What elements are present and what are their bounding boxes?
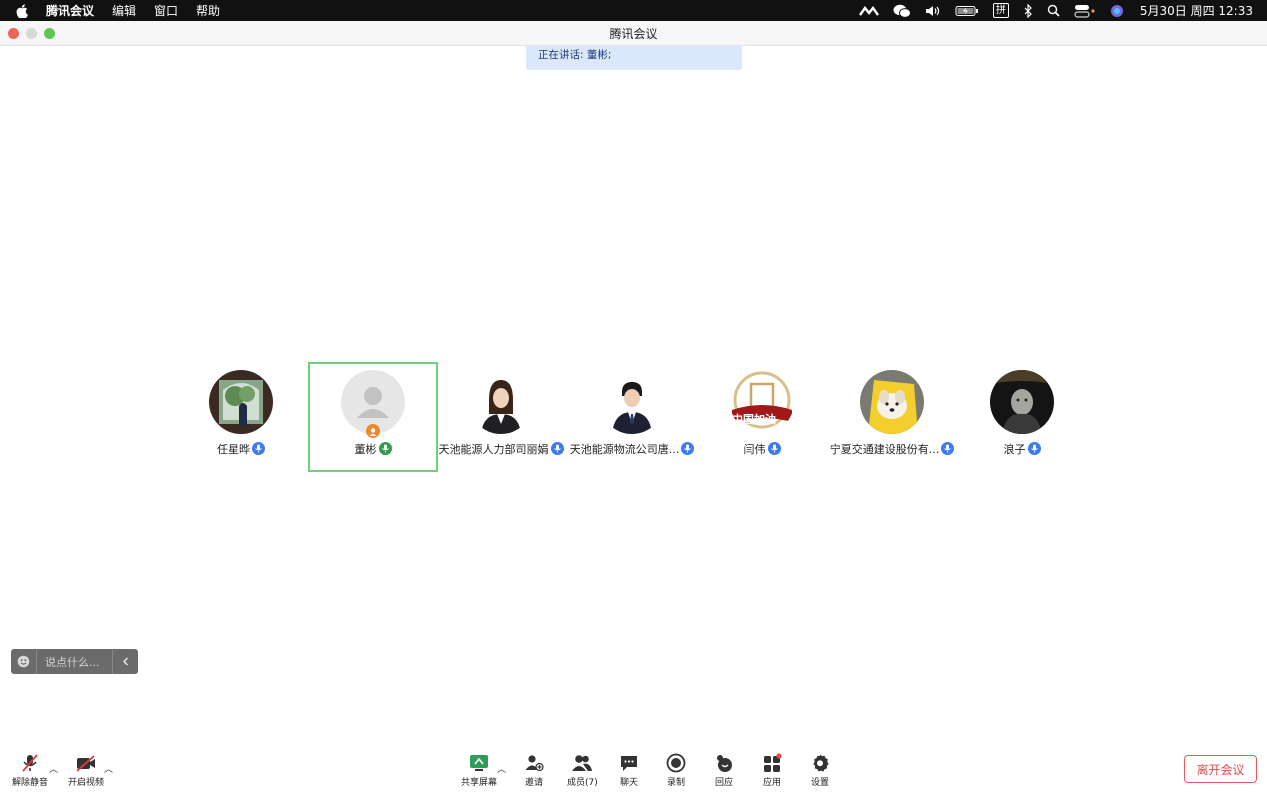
participant-tile[interactable]: 任星晔 xyxy=(176,362,306,472)
invite-label: 邀请 xyxy=(524,778,543,788)
share-screen-button[interactable]: 共享屏幕 xyxy=(461,752,497,788)
participant-name: 天池能源物流公司唐... xyxy=(562,441,702,457)
wechat-icon[interactable] xyxy=(893,0,911,21)
start-video-label: 开启视频 xyxy=(68,778,105,788)
system-menu-bar: 腾讯会议 编辑 窗口 帮助 拼 5月30日 周四 12:33 xyxy=(0,0,1267,21)
bluetooth-icon[interactable] xyxy=(1023,0,1033,21)
settings-button[interactable]: 设置 xyxy=(810,752,830,788)
menu-help[interactable]: 帮助 xyxy=(196,2,220,19)
participant-name: 宁夏交通建设股份有... xyxy=(822,441,962,457)
participant-gallery: 任星晔 董彬 天池能源人力部司丽娟 天池能源物流公司唐... 中国加油 闫伟 宁… xyxy=(0,362,1267,472)
participant-name-text: 董彬 xyxy=(354,443,377,456)
chat-quick-input[interactable]: 说点什么... xyxy=(11,649,138,674)
participant-name: 任星晔 xyxy=(171,441,311,457)
record-label: 录制 xyxy=(666,778,685,788)
participant-name-text: 天池能源人力部司丽娟 xyxy=(438,443,549,456)
participant-name: 天池能源人力部司丽娟 xyxy=(431,441,571,457)
camera-off-icon xyxy=(75,752,97,773)
minimize-window-button[interactable] xyxy=(26,28,37,39)
mic-icon xyxy=(252,442,265,455)
leave-meeting-button[interactable]: 离开会议 xyxy=(1184,755,1257,783)
members-button[interactable]: 成员(7) xyxy=(567,752,598,788)
participant-name-text: 天池能源物流公司唐... xyxy=(569,443,680,456)
participant-name-text: 闫伟 xyxy=(743,443,766,456)
participant-tile[interactable]: 中国加油 闫伟 xyxy=(697,362,827,472)
share-screen-label: 共享屏幕 xyxy=(461,778,498,788)
input-method-icon[interactable]: 拼 xyxy=(992,0,1009,21)
unmute-button[interactable]: 解除静音 xyxy=(12,752,48,788)
mic-active-icon xyxy=(378,442,392,455)
respond-label: 回应 xyxy=(714,778,733,788)
participant-name: 董彬 xyxy=(303,441,443,457)
participant-name: 闫伟 xyxy=(692,441,832,457)
input-method-label: 拼 xyxy=(992,3,1009,18)
start-video-button[interactable]: 开启视频 xyxy=(68,752,104,788)
menu-edit[interactable]: 编辑 xyxy=(112,2,136,19)
apple-icon[interactable] xyxy=(16,3,32,18)
host-badge-icon xyxy=(366,424,380,438)
participant-tile[interactable]: 宁夏交通建设股份有... xyxy=(827,362,957,472)
menu-window[interactable]: 窗口 xyxy=(154,2,178,19)
window-title: 腾讯会议 xyxy=(609,26,658,41)
window-title-bar: 腾讯会议 xyxy=(0,21,1267,46)
settings-label: 设置 xyxy=(810,778,829,788)
mic-icon xyxy=(767,442,781,455)
raise-hand-icon xyxy=(714,752,734,773)
participant-name-text: 浪子 xyxy=(1003,443,1026,456)
control-center-icon[interactable] xyxy=(1074,0,1096,21)
app-icon[interactable] xyxy=(858,0,879,21)
invite-button[interactable]: 邀请 xyxy=(524,752,544,788)
add-user-icon xyxy=(524,752,544,773)
collapse-chevron-icon[interactable] xyxy=(112,649,138,674)
participant-tile[interactable]: 浪子 xyxy=(957,362,1087,472)
apps-button[interactable]: 应用 xyxy=(762,752,782,788)
mic-muted-icon xyxy=(20,752,40,773)
avatar: 中国加油 xyxy=(730,370,794,434)
participant-name: 浪子 xyxy=(952,441,1092,457)
members-label: 成员(7) xyxy=(567,778,598,788)
participant-tile[interactable]: 天池能源人力部司丽娟 xyxy=(436,362,566,472)
avatar-caption: 中国加油 xyxy=(732,413,776,426)
close-window-button[interactable] xyxy=(8,28,19,39)
battery-icon[interactable] xyxy=(955,0,979,21)
apps-label: 应用 xyxy=(762,778,781,788)
zoom-window-button[interactable] xyxy=(44,28,55,39)
speaking-indicator: 正在讲话: 董彬; xyxy=(526,46,742,70)
members-icon xyxy=(571,752,593,773)
chat-button[interactable]: 聊天 xyxy=(619,752,639,788)
menu-app-name[interactable]: 腾讯会议 xyxy=(46,2,94,19)
respond-button[interactable]: 回应 xyxy=(714,752,734,788)
share-screen-icon xyxy=(469,752,489,773)
audio-options-chevron-icon[interactable]: ︿ xyxy=(49,762,58,775)
search-icon[interactable] xyxy=(1047,0,1060,21)
mic-icon xyxy=(1027,442,1041,455)
participant-name-text: 任星晔 xyxy=(217,443,250,456)
participant-tile[interactable]: 天池能源物流公司唐... xyxy=(567,362,697,472)
window-controls xyxy=(8,28,62,39)
avatar xyxy=(469,370,533,434)
chat-label: 聊天 xyxy=(619,778,638,788)
emoji-icon[interactable] xyxy=(11,649,37,674)
participant-tile-active[interactable]: 董彬 xyxy=(308,362,438,472)
participant-name-text: 宁夏交通建设股份有... xyxy=(829,443,940,456)
chat-bubble-icon xyxy=(619,752,639,773)
record-button[interactable]: 录制 xyxy=(666,752,686,788)
apps-grid-icon xyxy=(762,752,782,773)
unmute-label: 解除静音 xyxy=(12,778,49,788)
avatar xyxy=(860,370,924,434)
gear-icon xyxy=(810,752,830,773)
avatar xyxy=(600,370,664,434)
avatar xyxy=(209,370,273,434)
volume-icon[interactable] xyxy=(925,0,941,21)
chat-input-placeholder[interactable]: 说点什么... xyxy=(37,654,112,670)
share-options-chevron-icon[interactable]: ︿ xyxy=(497,762,506,775)
video-options-chevron-icon[interactable]: ︿ xyxy=(104,762,113,775)
siri-icon[interactable] xyxy=(1110,0,1124,21)
record-icon xyxy=(666,752,686,773)
avatar xyxy=(990,370,1054,434)
clock[interactable]: 5月30日 周四 12:33 xyxy=(1140,2,1253,19)
